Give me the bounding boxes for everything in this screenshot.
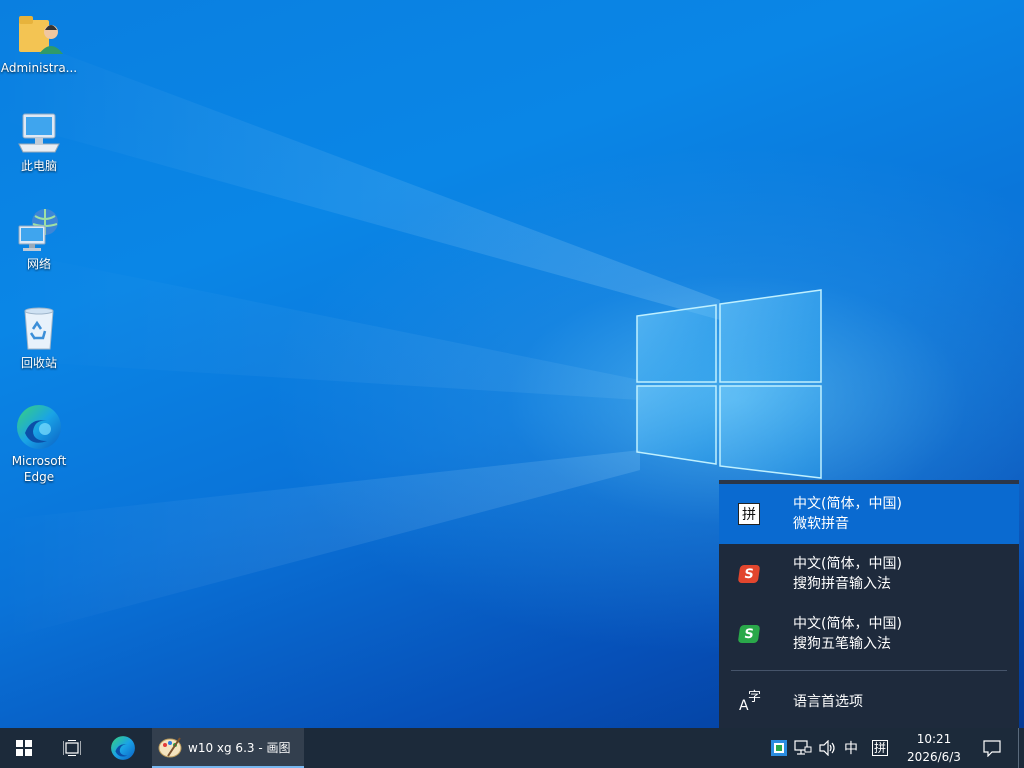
- network-tray-button[interactable]: [792, 728, 814, 768]
- ime-option-language: 中文(简体，中国): [793, 556, 902, 572]
- task-view-button[interactable]: [48, 728, 96, 768]
- show-desktop-button[interactable]: [1018, 728, 1024, 768]
- desktop-icon-label: 此电脑: [20, 159, 57, 173]
- edge-icon: [17, 405, 61, 449]
- ime-option-language: 中文(简体，中国): [793, 496, 902, 512]
- tray-app-icon[interactable]: [770, 728, 788, 768]
- ime-option-language: 中文(简体，中国): [793, 616, 902, 632]
- taskbar: w10 xg 6.3 - 画图 中 拼 10:21 2026/6/3: [0, 728, 1024, 768]
- desktop-icon-label: 网络: [26, 257, 51, 271]
- ime-option-sogou-pinyin[interactable]: S 中文(简体，中国) 搜狗拼音输入法: [719, 544, 1019, 604]
- language-preferences-link[interactable]: A 字 语言首选项: [719, 672, 1019, 732]
- sogou-wubi-icon: S: [737, 625, 761, 643]
- action-center-button[interactable]: [976, 728, 1008, 768]
- ime-option-name: 搜狗拼音输入法: [793, 576, 891, 592]
- volume-tray-button[interactable]: [816, 728, 840, 768]
- clock-date: 2026/6/3: [907, 750, 961, 764]
- language-preferences-icon: A 字: [719, 672, 779, 732]
- clock-time: 10:21: [916, 732, 952, 746]
- task-view-icon: [63, 740, 81, 756]
- recycle-bin-icon: [24, 307, 54, 350]
- windows-logo: [636, 289, 822, 479]
- ime-mode-label: 中: [844, 741, 858, 757]
- taskbar-paint-app[interactable]: w10 xg 6.3 - 画图: [152, 728, 304, 768]
- ime-switch-button[interactable]: 拼: [866, 728, 894, 768]
- desktop-icon-this-pc[interactable]: 此电脑: [0, 108, 78, 174]
- computer-icon: [18, 113, 60, 153]
- taskbar-app-title: w10 xg 6.3 - 画图: [188, 740, 291, 755]
- tray-ime-tool-icon: [771, 740, 787, 756]
- clock-button[interactable]: 10:21 2026/6/3: [900, 728, 968, 768]
- user-folder-icon: [19, 16, 63, 54]
- sogou-pinyin-icon: S: [737, 565, 761, 583]
- desktop-icon-recycle-bin[interactable]: 回收站: [0, 305, 78, 371]
- notification-icon: [983, 740, 1001, 757]
- network-icon: [18, 209, 58, 251]
- windows-start-icon: [16, 740, 32, 756]
- paint-icon: [158, 737, 182, 758]
- start-button[interactable]: [0, 728, 48, 768]
- ime-option-name: 搜狗五笔输入法: [793, 636, 891, 652]
- desktop-icon-label: 回收站: [20, 356, 57, 370]
- taskbar-edge-button[interactable]: [98, 728, 148, 768]
- ime-option-sogou-wubi[interactable]: S 中文(简体，中国) 搜狗五笔输入法: [719, 604, 1019, 664]
- desktop-icon-administrator[interactable]: Administra...: [0, 10, 78, 76]
- ime-mode-button[interactable]: 中: [840, 728, 862, 768]
- desktop-icon-edge[interactable]: Microsoft Edge: [0, 403, 78, 485]
- flyout-divider: [731, 670, 1007, 671]
- ime-option-name: 微软拼音: [793, 516, 849, 532]
- desktop-icon-network[interactable]: 网络: [0, 206, 78, 272]
- ime-option-microsoft-pinyin[interactable]: 拼 中文(简体，中国) 微软拼音: [719, 484, 1019, 544]
- desktop-icon-label: Microsoft Edge: [11, 454, 67, 484]
- microsoft-pinyin-icon: 拼: [738, 503, 760, 525]
- edge-icon: [111, 736, 135, 760]
- character-zi-glyph: 字: [748, 690, 762, 705]
- speaker-icon: [819, 740, 835, 756]
- language-preferences-label: 语言首选项: [793, 694, 863, 710]
- network-wired-icon: [794, 740, 812, 755]
- input-method-flyout: 拼 中文(简体，中国) 微软拼音 S 中文(简体，中国) 搜狗拼音输入法 S 中…: [719, 480, 1019, 728]
- ime-pin-label: 拼: [871, 740, 888, 756]
- desktop-icon-label: Administra...: [0, 61, 78, 75]
